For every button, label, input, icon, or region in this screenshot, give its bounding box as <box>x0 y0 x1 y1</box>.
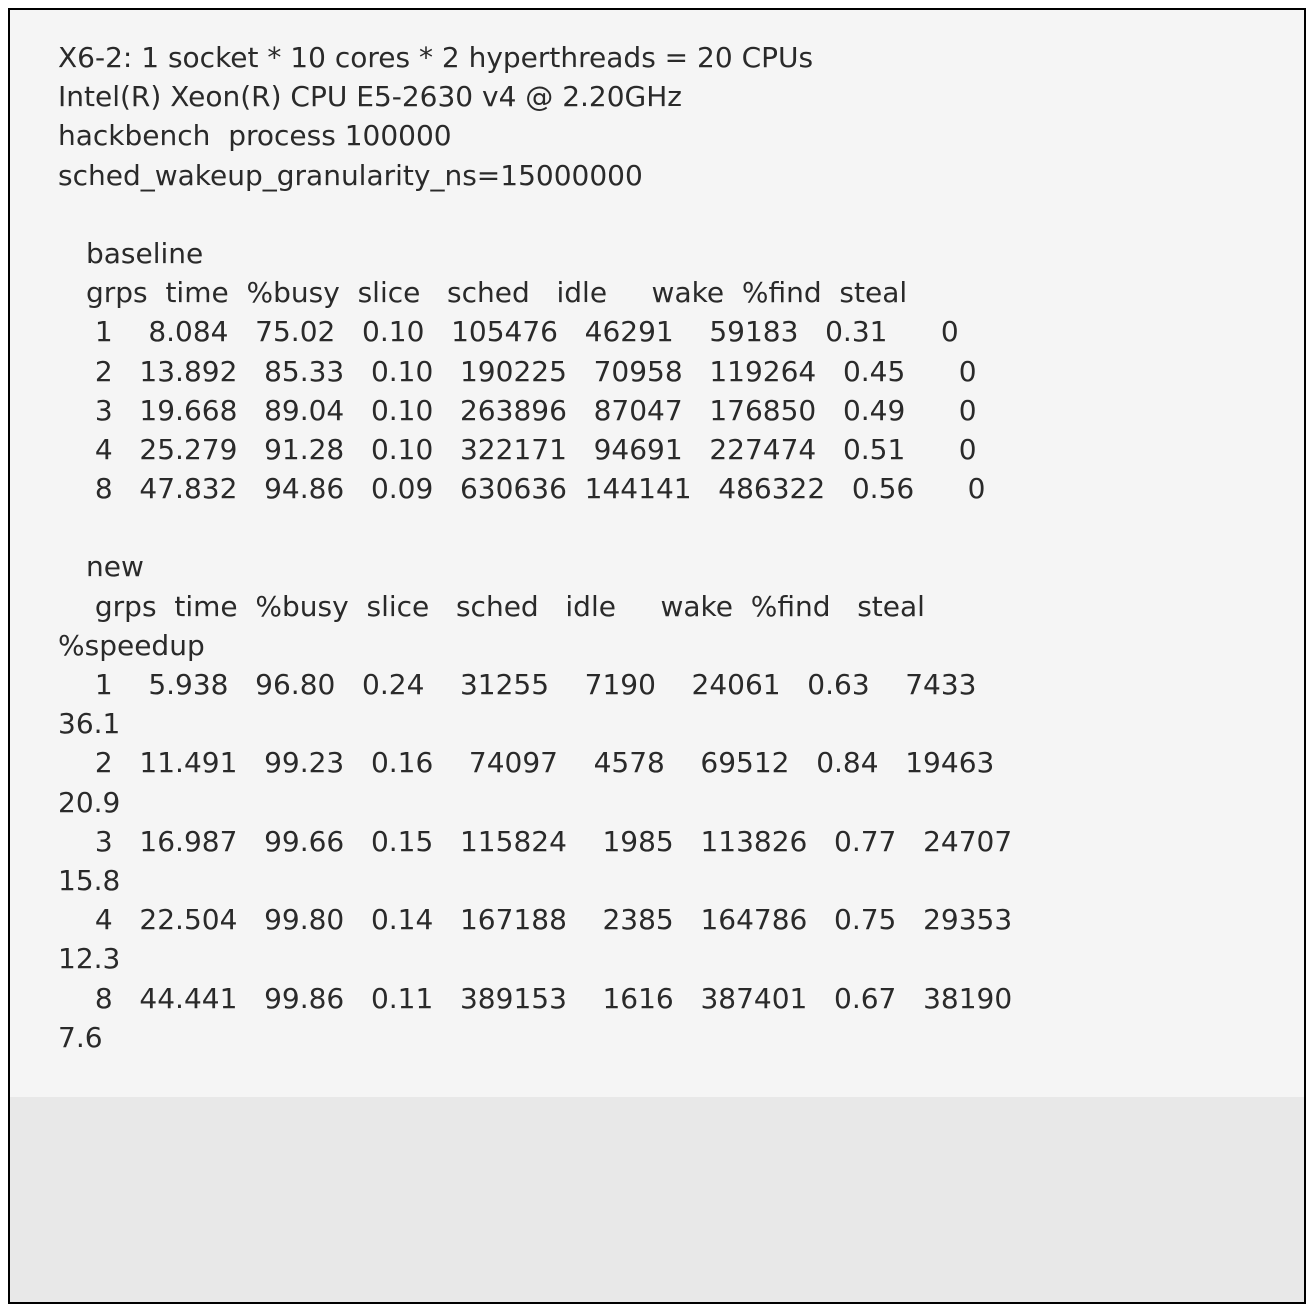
new-section: new grps time %busy slice sched idle wak… <box>58 547 1256 625</box>
table-row: 3 16.987 99.66 0.15 115824 1985 113826 0… <box>86 822 1256 861</box>
gap <box>58 508 1256 547</box>
baseline-section: baseline grps time %busy slice sched idl… <box>58 234 1256 508</box>
document-panel: X6-2: 1 socket * 10 cores * 2 hyperthrea… <box>10 10 1304 1097</box>
table-row: 1 8.084 75.02 0.10 105476 46291 59183 0.… <box>86 312 1256 351</box>
table-row: 2 13.892 85.33 0.10 190225 70958 119264 … <box>86 352 1256 391</box>
table-row: 8 47.832 94.86 0.09 630636 144141 486322… <box>86 469 1256 508</box>
new-columns-line2: %speedup <box>58 626 1256 665</box>
baseline-columns: grps time %busy slice sched idle wake %f… <box>86 273 1256 312</box>
table-row-wrap: 12.3 <box>58 939 1256 978</box>
document-frame: X6-2: 1 socket * 10 cores * 2 hyperthrea… <box>8 8 1306 1304</box>
table-row: 3 19.668 89.04 0.10 263896 87047 176850 … <box>86 391 1256 430</box>
table-row-wrap: 36.1 <box>58 704 1256 743</box>
header-line-cpu: Intel(R) Xeon(R) CPU E5-2630 v4 @ 2.20GH… <box>58 77 1256 116</box>
new-title: new <box>86 547 1256 586</box>
header-line-param: sched_wakeup_granularity_ns=15000000 <box>58 156 1256 195</box>
table-row: 2 11.491 99.23 0.16 74097 4578 69512 0.8… <box>86 743 1256 782</box>
header-line-system: X6-2: 1 socket * 10 cores * 2 hyperthrea… <box>58 38 1256 77</box>
new-columns-line1: grps time %busy slice sched idle wake %f… <box>86 587 1256 626</box>
gap <box>58 195 1256 234</box>
table-row-wrap: 20.9 <box>58 783 1256 822</box>
table-row: 1 5.938 96.80 0.24 31255 7190 24061 0.63… <box>86 665 1256 704</box>
table-row-wrap: 7.6 <box>58 1018 1256 1057</box>
table-row: 8 44.441 99.86 0.11 389153 1616 387401 0… <box>86 979 1256 1018</box>
table-row: 4 22.504 99.80 0.14 167188 2385 164786 0… <box>86 900 1256 939</box>
table-row-wrap: 15.8 <box>58 861 1256 900</box>
header-line-benchmark: hackbench process 100000 <box>58 116 1256 155</box>
baseline-title: baseline <box>86 234 1256 273</box>
table-row: 4 25.279 91.28 0.10 322171 94691 227474 … <box>86 430 1256 469</box>
